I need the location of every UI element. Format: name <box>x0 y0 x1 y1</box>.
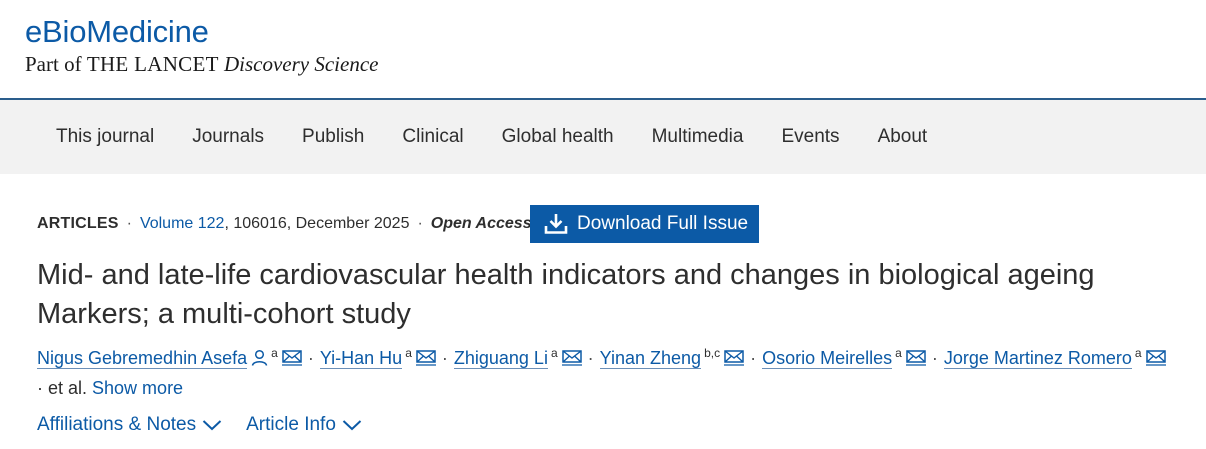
download-button-label: Download Full Issue <box>577 213 749 234</box>
meta-separator: · <box>417 215 423 232</box>
journal-subtitle: Part of THE LANCET Discovery Science <box>25 51 378 77</box>
affiliation-marker: a <box>405 346 412 360</box>
chevron-down-icon <box>202 420 222 431</box>
person-icon[interactable] <box>251 349 268 366</box>
nav-item-this-journal[interactable]: This journal <box>56 126 154 148</box>
show-more-authors-button[interactable]: Show more <box>92 378 183 398</box>
author-link[interactable]: Zhiguang Li <box>453 348 548 369</box>
subtitle-lancet: THE LANCET <box>86 52 219 76</box>
article-links: Affiliations & Notes Article Info <box>37 414 386 436</box>
email-icon[interactable] <box>561 350 582 366</box>
affiliation-marker: a <box>1134 346 1142 360</box>
author-link[interactable]: Jorge Martinez Romero <box>943 348 1132 369</box>
subtitle-prefix: Part of <box>25 52 87 76</box>
nav-item-events[interactable]: Events <box>781 126 839 148</box>
email-icon[interactable] <box>281 350 302 366</box>
affiliations-notes-label: Affiliations & Notes <box>37 414 197 435</box>
meta-separator: · <box>126 215 132 232</box>
affiliation-marker: a <box>550 346 558 360</box>
author-link[interactable]: Nigus Gebremedhin Asefa <box>37 348 248 369</box>
author-list: Nigus Gebremedhin Asefa a · Yi-Han Hu a · Zhig… <box>37 343 1187 403</box>
article-type: ARTICLES <box>37 215 119 232</box>
affiliation-marker: a <box>271 346 278 360</box>
et-al-text: · et al. <box>37 378 93 398</box>
nav-item-about[interactable]: About <box>878 126 928 148</box>
issue-details: , 106016, December 2025 <box>224 215 410 232</box>
author-link[interactable]: Osorio Meirelles <box>762 348 893 369</box>
article-meta: ARTICLES · Volume 122 , 106016, December… <box>37 205 532 243</box>
email-icon[interactable] <box>415 350 436 366</box>
author-separator: · <box>307 348 314 368</box>
chevron-down-icon <box>342 420 362 431</box>
volume-link[interactable]: Volume 122 <box>140 215 225 233</box>
author-link[interactable]: Yi-Han Hu <box>319 348 403 369</box>
email-icon[interactable] <box>905 350 926 366</box>
journal-title[interactable]: eBioMedicine <box>25 14 378 50</box>
affiliations-notes-toggle[interactable]: Affiliations & Notes <box>37 414 222 436</box>
affiliation-marker: a <box>895 346 902 360</box>
subtitle-discovery-science: Discovery Science <box>218 52 379 76</box>
nav-item-clinical[interactable]: Clinical <box>402 126 463 148</box>
email-icon[interactable] <box>1145 350 1166 366</box>
article-info-toggle[interactable]: Article Info <box>246 414 362 436</box>
main-nav: This journal Journals Publish Clinical G… <box>0 100 1206 174</box>
author-link[interactable]: Yinan Zheng <box>599 348 702 369</box>
nav-item-journals[interactable]: Journals <box>192 126 264 148</box>
author-separator: · <box>931 348 938 368</box>
nav-item-publish[interactable]: Publish <box>302 126 364 148</box>
article-title: Mid- and late-life cardiovascular health… <box>37 259 1095 330</box>
author-separator: · <box>441 348 448 368</box>
nav-item-global-health[interactable]: Global health <box>502 126 614 148</box>
article-info-label: Article Info <box>246 414 336 435</box>
email-icon[interactable] <box>724 350 745 366</box>
download-icon <box>544 214 568 234</box>
journal-brand[interactable]: eBioMedicine Part of THE LANCET Discover… <box>25 14 378 77</box>
author-separator: · <box>587 348 594 368</box>
download-full-issue-button[interactable]: Download Full Issue <box>530 205 759 243</box>
author-separator: · <box>750 348 757 368</box>
nav-item-multimedia[interactable]: Multimedia <box>652 126 744 148</box>
open-access-label: Open Access <box>430 215 532 232</box>
affiliation-marker: b,c <box>704 346 721 360</box>
